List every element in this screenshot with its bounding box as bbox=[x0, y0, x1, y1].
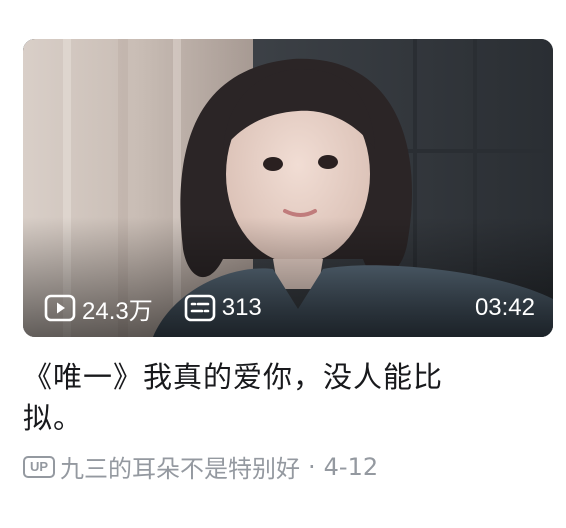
video-title[interactable]: 《唯一》我真的爱你，没人能比拟。 bbox=[23, 357, 493, 439]
meta-separator: · bbox=[308, 452, 316, 481]
video-meta: UP 九三的耳朵不是特别好 · 4-12 bbox=[23, 449, 553, 484]
up-badge-icon: UP bbox=[23, 455, 55, 478]
video-duration: 03:42 bbox=[474, 294, 535, 321]
comment-count-text: 313 bbox=[221, 294, 262, 321]
video-stats-bar: 24.3万 313 03:42 bbox=[43, 291, 535, 325]
uploader-name[interactable]: 九三的耳朵不是特别好 bbox=[60, 449, 300, 484]
video-card[interactable]: 24.3万 313 03:42 《唯一》我真的爱你，没人能比拟。 UP 九三的耳… bbox=[23, 39, 553, 484]
video-thumbnail[interactable]: 24.3万 313 03:42 bbox=[23, 39, 553, 337]
play-icon bbox=[43, 294, 77, 322]
comment-count: 313 bbox=[183, 294, 262, 322]
danmaku-icon bbox=[183, 294, 217, 322]
publish-date: 4-12 bbox=[323, 452, 379, 481]
view-count-text: 24.3万 bbox=[82, 297, 153, 325]
view-count: 24.3万 bbox=[43, 291, 153, 326]
